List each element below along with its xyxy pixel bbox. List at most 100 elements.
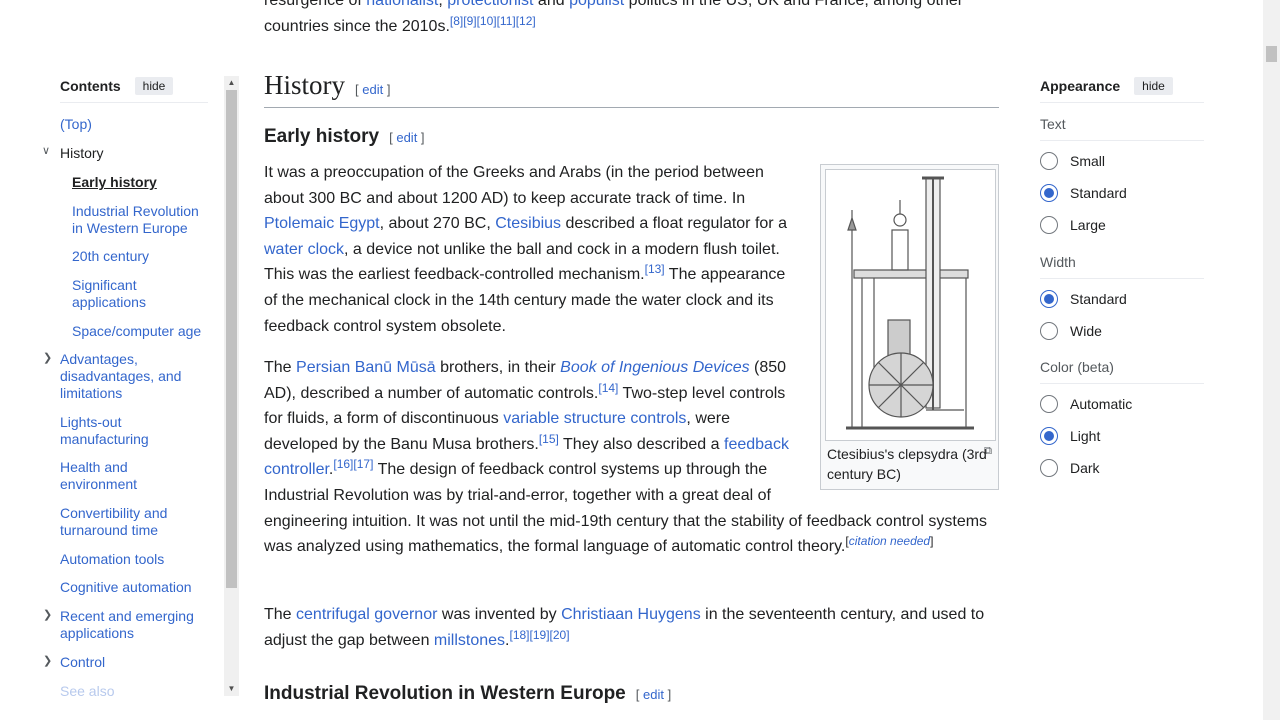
page-scrollbar[interactable] [1263, 0, 1280, 720]
reference-link[interactable]: [16][17] [333, 457, 373, 471]
edit-link[interactable]: edit [362, 82, 383, 97]
toc-item-label[interactable]: 20th century [72, 248, 149, 264]
paragraph-3: The centrifugal governor was invented by… [264, 602, 999, 653]
toc-item-history[interactable]: History [60, 145, 104, 162]
intro-line-1: resurgence of nationalist, protectionist… [264, 0, 999, 14]
radio-button[interactable] [1040, 427, 1058, 445]
link-persian-banu-musa[interactable]: Persian Banū Mūsā [296, 359, 436, 376]
edit-link[interactable]: edit [643, 687, 664, 702]
toc-item-automation-tools[interactable]: Automation tools [60, 551, 164, 568]
toc-item-label[interactable]: Industrial Revolution in Western Europe [72, 203, 199, 236]
reference-link[interactable]: [14] [598, 381, 618, 395]
toc-item-label[interactable]: Health and environment [60, 459, 137, 492]
toc-item-see-also[interactable]: See also [60, 683, 114, 700]
link-populist[interactable]: populist [569, 0, 624, 9]
radio-button[interactable] [1040, 216, 1058, 234]
edit-link[interactable]: edit [396, 130, 417, 145]
text: The [264, 359, 297, 376]
chevron-right-icon[interactable]: ❯ [43, 351, 52, 364]
clepsydra-illustration [846, 176, 974, 430]
toc-item-lights-out[interactable]: Lights-out manufacturing [60, 414, 190, 448]
radio-button[interactable] [1040, 290, 1058, 308]
toc-hide-button[interactable]: hide [134, 77, 174, 95]
reference-link[interactable]: [15] [539, 432, 559, 446]
link-millstones[interactable]: millstones [434, 632, 505, 649]
toc-item-20th-century[interactable]: 20th century [72, 248, 149, 265]
link-ptolemaic-egypt[interactable]: Ptolemaic Egypt [264, 215, 380, 232]
appearance-title: Appearance [1040, 78, 1121, 94]
toc-item-advantages[interactable]: Advantages, disadvantages, and limitatio… [60, 351, 200, 402]
radio-button[interactable] [1040, 322, 1058, 340]
radio-button[interactable] [1040, 184, 1058, 202]
toc-item-convertibility[interactable]: Convertibility and turnaround time [60, 505, 200, 539]
radio-color-dark[interactable]: Dark [1040, 459, 1100, 477]
radio-color-automatic[interactable]: Automatic [1040, 395, 1132, 413]
link-centrifugal-governor[interactable]: centrifugal governor [296, 606, 437, 623]
subsection-title: Early history [264, 126, 380, 147]
toc-item-label[interactable]: Automation tools [60, 551, 164, 567]
toc-item-label[interactable]: Lights-out manufacturing [60, 414, 149, 447]
link-protectionist[interactable]: protectionist [447, 0, 533, 9]
toc-item-label[interactable]: Control [60, 654, 105, 670]
toc-scrollbar[interactable]: ▲ ▼ [224, 76, 239, 696]
toc-item-health[interactable]: Health and environment [60, 459, 160, 493]
toc-item-label[interactable]: History [60, 145, 104, 161]
chevron-right-icon[interactable]: ❯ [43, 654, 52, 667]
link-variable-structure-controls[interactable]: variable structure controls [503, 410, 686, 427]
radio-label: Standard [1070, 185, 1127, 201]
toc-header: Contents hide [60, 76, 208, 103]
radio-text-standard[interactable]: Standard [1040, 184, 1127, 202]
toc-item-label[interactable]: See also [60, 683, 114, 699]
reference-link[interactable]: [18][19][20] [510, 628, 570, 642]
toc-item-cognitive-automation[interactable]: Cognitive automation [60, 579, 192, 596]
radio-color-light[interactable]: Light [1040, 427, 1100, 445]
radio-label: Large [1070, 217, 1106, 233]
intro-paragraph: resurgence of nationalist, protectionist… [264, 0, 999, 39]
scroll-down-arrow-icon[interactable]: ▼ [224, 682, 239, 696]
toc-item-label[interactable]: Space/computer age [72, 323, 201, 339]
toc-item-label[interactable]: Cognitive automation [60, 579, 192, 595]
radio-label: Standard [1070, 291, 1127, 307]
citation-needed-link[interactable]: citation needed [849, 534, 930, 548]
radio-text-small[interactable]: Small [1040, 152, 1105, 170]
intro-text: and [533, 0, 570, 9]
toc-item-label[interactable]: Advantages, disadvantages, and limitatio… [60, 351, 181, 401]
scroll-up-arrow-icon[interactable]: ▲ [224, 76, 239, 90]
link-christiaan-huygens[interactable]: Christiaan Huygens [561, 606, 701, 623]
toc-item-significant-applications[interactable]: Significant applications [72, 277, 172, 311]
reference-link[interactable]: [8][9][10][11][12] [450, 14, 536, 28]
section-title: History [264, 70, 345, 100]
toc-item-control[interactable]: Control [60, 654, 105, 671]
link-book-of-ingenious-devices[interactable]: Book of Ingenious Devices [560, 359, 749, 376]
toc-item-label[interactable]: Early history [72, 174, 157, 190]
appearance-hide-button[interactable]: hide [1134, 77, 1173, 95]
link-water-clock[interactable]: water clock [264, 241, 344, 258]
toc-item-space-computer-age[interactable]: Space/computer age [72, 323, 201, 340]
radio-label: Light [1070, 428, 1101, 444]
reference-link[interactable]: [13] [645, 262, 665, 276]
color-label: Color (beta) [1040, 359, 1204, 384]
toc-item-industrial-revolution[interactable]: Industrial Revolution in Western Europe [72, 203, 208, 237]
text: was invented by [437, 606, 562, 623]
toc-item-top[interactable]: (Top) [60, 116, 92, 133]
link-nationalist[interactable]: nationalist [366, 0, 438, 9]
radio-button[interactable] [1040, 459, 1058, 477]
radio-width-standard[interactable]: Standard [1040, 290, 1127, 308]
clepsydra-image[interactable] [825, 169, 996, 441]
radio-text-large[interactable]: Large [1040, 216, 1106, 234]
toc-item-label[interactable]: Recent and emerging applications [60, 608, 194, 641]
radio-button[interactable] [1040, 152, 1058, 170]
text: brothers, in their [435, 359, 561, 376]
link-ctesibius[interactable]: Ctesibius [495, 215, 561, 232]
toc-item-label[interactable]: (Top) [60, 116, 92, 132]
chevron-right-icon[interactable]: ❯ [43, 608, 52, 621]
toc-item-label[interactable]: Significant applications [72, 277, 146, 310]
toc-item-recent-emerging[interactable]: Recent and emerging applications [60, 608, 200, 642]
chevron-down-icon[interactable]: ∨ [42, 144, 50, 157]
page-scrollbar-thumb[interactable] [1266, 46, 1277, 62]
radio-button[interactable] [1040, 395, 1058, 413]
radio-width-wide[interactable]: Wide [1040, 322, 1102, 340]
toc-item-early-history[interactable]: Early history [72, 174, 157, 191]
toc-scrollbar-thumb[interactable] [226, 90, 237, 588]
toc-item-label[interactable]: Convertibility and turnaround time [60, 505, 167, 538]
